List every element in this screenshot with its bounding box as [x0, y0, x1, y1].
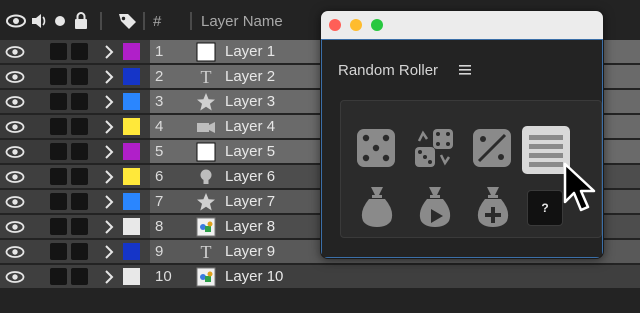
- eye-icon[interactable]: [5, 45, 25, 59]
- audio-toggle[interactable]: [50, 168, 67, 185]
- audio-toggle[interactable]: [50, 218, 67, 235]
- audio-toggle[interactable]: [50, 268, 67, 285]
- solo-toggle[interactable]: [71, 168, 88, 185]
- solo-toggle[interactable]: [71, 118, 88, 135]
- header-divider: [143, 12, 145, 30]
- layer-name[interactable]: Layer 9: [225, 243, 275, 260]
- close-button[interactable]: [329, 19, 341, 31]
- label-color-swatch[interactable]: [123, 193, 140, 210]
- zoom-button[interactable]: [371, 19, 383, 31]
- svg-text:T: T: [201, 67, 212, 87]
- solo-toggle[interactable]: [71, 93, 88, 110]
- layer-number: 3: [155, 93, 164, 110]
- audio-toggle[interactable]: [50, 68, 67, 85]
- layer-number: 10: [155, 268, 172, 285]
- solo-icon[interactable]: [53, 12, 67, 30]
- minimize-button[interactable]: [350, 19, 362, 31]
- audio-toggle[interactable]: [50, 93, 67, 110]
- help-button[interactable]: ?: [527, 190, 563, 226]
- solo-toggle[interactable]: [71, 243, 88, 260]
- panel-menu-icon[interactable]: [459, 64, 471, 76]
- label-color-swatch[interactable]: [123, 68, 140, 85]
- money-bag-plus-icon[interactable]: [473, 183, 513, 227]
- lock-icon[interactable]: [73, 12, 89, 30]
- audio-toggle[interactable]: [50, 118, 67, 135]
- solo-toggle[interactable]: [71, 218, 88, 235]
- eye-icon[interactable]: [5, 270, 25, 284]
- layer-name[interactable]: Layer 8: [225, 218, 275, 235]
- reroll-dice-icon[interactable]: [413, 127, 455, 169]
- chevron-right-icon[interactable]: [104, 145, 114, 159]
- layer-name[interactable]: Layer 2: [225, 68, 275, 85]
- chevron-right-icon[interactable]: [104, 245, 114, 259]
- money-bag-icon[interactable]: [357, 183, 397, 227]
- number-column-header: #: [153, 13, 162, 30]
- layer-number: 4: [155, 118, 164, 135]
- layer-name[interactable]: Layer 4: [225, 118, 275, 135]
- layer-number: 8: [155, 218, 164, 235]
- header-divider: [100, 12, 102, 30]
- gradient-dice-icon[interactable]: [471, 127, 513, 169]
- layer-number: 6: [155, 168, 164, 185]
- svg-text:T: T: [201, 242, 212, 262]
- mouse-cursor-icon: [563, 162, 596, 212]
- layer-name[interactable]: Layer 3: [225, 93, 275, 110]
- solo-toggle[interactable]: [71, 268, 88, 285]
- chevron-right-icon[interactable]: [104, 170, 114, 184]
- layer-number: 9: [155, 243, 164, 260]
- audio-toggle[interactable]: [50, 243, 67, 260]
- chevron-right-icon[interactable]: [104, 45, 114, 59]
- eye-icon[interactable]: [5, 195, 25, 209]
- label-color-swatch[interactable]: [123, 93, 140, 110]
- chevron-right-icon[interactable]: [104, 195, 114, 209]
- eye-icon[interactable]: [5, 245, 25, 259]
- audio-toggle[interactable]: [50, 193, 67, 210]
- label-color-swatch[interactable]: [123, 243, 140, 260]
- solo-toggle[interactable]: [71, 193, 88, 210]
- solo-toggle[interactable]: [71, 68, 88, 85]
- eye-icon[interactable]: [5, 120, 25, 134]
- layer-name[interactable]: Layer 7: [225, 193, 275, 210]
- layer-name[interactable]: Layer 5: [225, 143, 275, 160]
- layer-row[interactable]: 10 Layer 10: [0, 265, 640, 289]
- eye-icon[interactable]: [5, 70, 25, 84]
- money-bag-play-icon[interactable]: [415, 183, 455, 227]
- audio-icon[interactable]: [30, 12, 48, 30]
- audio-toggle[interactable]: [50, 43, 67, 60]
- solo-toggle[interactable]: [71, 43, 88, 60]
- dice-icon[interactable]: [355, 127, 397, 169]
- window-titlebar[interactable]: [321, 11, 603, 39]
- label-color-swatch[interactable]: [123, 43, 140, 60]
- layer-number: 7: [155, 193, 164, 210]
- layer-number: 2: [155, 68, 164, 85]
- eye-icon[interactable]: [5, 12, 27, 30]
- layer-number: 5: [155, 143, 164, 160]
- chevron-right-icon[interactable]: [104, 220, 114, 234]
- layer-number: 1: [155, 43, 164, 60]
- label-color-swatch[interactable]: [123, 143, 140, 160]
- chevron-right-icon[interactable]: [104, 70, 114, 84]
- layer-name[interactable]: Layer 1: [225, 43, 275, 60]
- eye-icon[interactable]: [5, 220, 25, 234]
- label-color-swatch[interactable]: [123, 268, 140, 285]
- layer-name[interactable]: Layer 10: [225, 268, 283, 285]
- chevron-right-icon[interactable]: [104, 120, 114, 134]
- layer-name[interactable]: Layer 6: [225, 168, 275, 185]
- panel-title: Random Roller: [338, 62, 439, 79]
- solo-toggle[interactable]: [71, 143, 88, 160]
- label-color-swatch[interactable]: [123, 118, 140, 135]
- audio-toggle[interactable]: [50, 143, 67, 160]
- chevron-right-icon[interactable]: [104, 95, 114, 109]
- label-tag-icon[interactable]: [117, 12, 139, 30]
- header-divider: [190, 12, 192, 30]
- eye-icon[interactable]: [5, 170, 25, 184]
- eye-icon[interactable]: [5, 145, 25, 159]
- label-color-swatch[interactable]: [123, 168, 140, 185]
- layer-name-column-header[interactable]: Layer Name: [201, 13, 283, 30]
- label-color-swatch[interactable]: [123, 218, 140, 235]
- eye-icon[interactable]: [5, 95, 25, 109]
- chevron-right-icon[interactable]: [104, 270, 114, 284]
